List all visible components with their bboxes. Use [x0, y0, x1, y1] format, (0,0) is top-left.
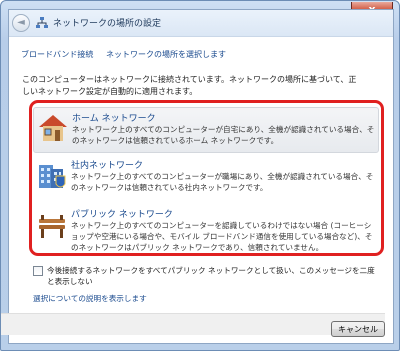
treat-as-public-checkbox[interactable] — [33, 266, 43, 276]
option-home-title: ホーム ネットワーク — [72, 114, 156, 124]
window-title: ネットワークの場所の設定 — [53, 19, 162, 29]
option-home-description: ネットワーク上のすべてのコンピューターが自宅にあり、全機が認識されている場合、そ… — [72, 125, 375, 145]
option-public-description: ネットワーク上のすべてのコンピューターを認識しているわけではない場合 (コーヒー… — [71, 221, 373, 252]
public-network-icon — [39, 215, 65, 238]
dialog-window: x ◄ ネットワークの場所の設定 ブロードバンド接続 ネットワークの場所を選択し… — [0, 0, 400, 351]
dialog-footer — [1, 313, 385, 335]
help-link[interactable]: 選択についての説明を表示します — [33, 293, 147, 304]
breadcrumb-step: ネットワークの場所を選択します — [105, 50, 226, 59]
treat-as-public-label[interactable]: 今後接続するネットワークをすべてパブリック ネットワークとして扱い、このメッセー… — [47, 265, 381, 287]
breadcrumb: ブロードバンド接続 ネットワークの場所を選択します — [21, 49, 236, 60]
option-public-network[interactable]: パブリック ネットワーク ネットワーク上のすべてのコンピューターを認識しているわ… — [33, 204, 379, 252]
intro-text: このコンピューターはネットワークに接続されています。ネットワークの場所に基づいて… — [22, 75, 357, 96]
option-work-network[interactable]: 社内ネットワーク ネットワーク上のすべてのコンピューターが職場にあり、全機が認識… — [33, 155, 379, 201]
cancel-button[interactable]: キャンセル — [331, 321, 385, 337]
option-public-title: パブリック ネットワーク — [71, 210, 173, 220]
network-icon — [36, 17, 48, 28]
option-work-title: 社内ネットワーク — [71, 161, 144, 171]
back-button[interactable]: ◄ — [12, 14, 30, 32]
option-home-network[interactable]: ホーム ネットワーク ネットワーク上のすべてのコンピューターが自宅にあり、全機が… — [33, 107, 379, 153]
option-work-description: ネットワーク上のすべてのコンピューターが職場にあり、全機が認識されている場合、そ… — [71, 172, 374, 192]
home-network-icon — [39, 115, 67, 141]
title-bar: ◄ ネットワークの場所の設定 — [9, 10, 393, 37]
work-network-icon — [39, 165, 66, 188]
breadcrumb-connection: ブロードバンド接続 — [21, 50, 94, 59]
